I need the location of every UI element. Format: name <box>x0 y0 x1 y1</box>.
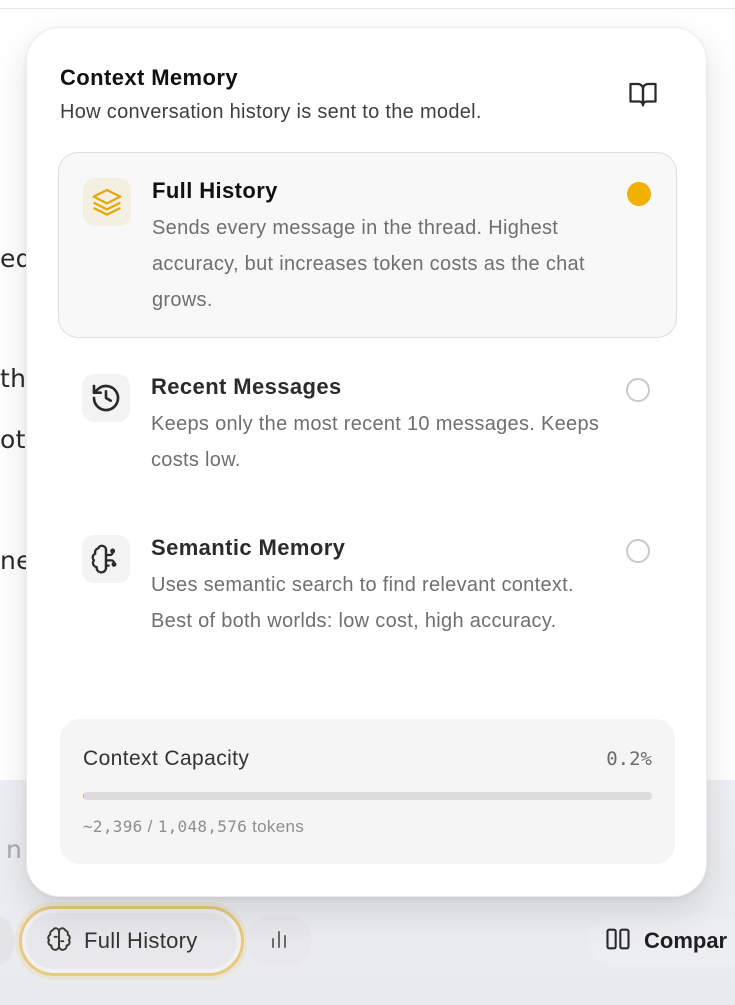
tokens-total: 1,048,576 <box>157 817 248 836</box>
capacity-token-count: ~2,396 / 1,048,576 tokens <box>83 817 304 837</box>
option-title: Recent Messages <box>151 374 342 399</box>
context-memory-popover: Context Memory How conversation history … <box>26 27 707 897</box>
memory-mode-label: Full History <box>84 928 198 953</box>
book-open-icon <box>628 79 658 114</box>
memory-mode-button[interactable]: Full History <box>19 906 244 976</box>
compare-button[interactable]: Compar <box>588 915 735 967</box>
context-capacity-panel: Context Capacity 0.2% ~2,396 / 1,048,576… <box>60 719 675 864</box>
option-description: Keeps only the most recent 10 messages. … <box>151 413 600 471</box>
brain-icon <box>82 535 130 583</box>
option-full-history[interactable]: Full History Sends every message in the … <box>58 152 677 338</box>
top-divider <box>0 8 735 9</box>
tokens-separator: / <box>142 817 158 836</box>
option-radio[interactable] <box>626 539 650 563</box>
composer-placeholder[interactable]: n <box>6 835 22 864</box>
compare-label: Compar <box>644 928 728 953</box>
option-title: Semantic Memory <box>151 535 346 560</box>
chat-text-fragment: ot <box>0 425 26 454</box>
history-icon <box>82 374 130 422</box>
option-semantic-memory[interactable]: Semantic Memory Uses semantic search to … <box>58 512 677 682</box>
option-title: Full History <box>152 178 278 203</box>
bar-chart-icon <box>267 927 291 956</box>
capacity-progress-bar <box>83 792 652 800</box>
capacity-progress-fill <box>83 792 85 800</box>
capacity-label: Context Capacity <box>83 747 250 770</box>
popover-subtitle: How conversation history is sent to the … <box>60 101 482 123</box>
stats-button[interactable] <box>246 915 312 967</box>
option-radio[interactable] <box>626 378 650 402</box>
tokens-unit: tokens <box>247 817 305 836</box>
layers-icon <box>83 178 131 226</box>
docs-button[interactable] <box>623 76 663 116</box>
option-radio-selected[interactable] <box>627 182 651 206</box>
columns-icon <box>604 925 632 958</box>
option-recent-messages[interactable]: Recent Messages Keeps only the most rece… <box>58 350 677 500</box>
tokens-used: ~2,396 <box>83 817 143 836</box>
popover-title: Context Memory <box>60 65 238 90</box>
option-description: Uses semantic search to find relevant co… <box>151 574 574 632</box>
capacity-percent: 0.2% <box>606 748 652 770</box>
option-description: Sends every message in the thread. Highe… <box>152 217 585 311</box>
brain-icon <box>46 926 72 957</box>
